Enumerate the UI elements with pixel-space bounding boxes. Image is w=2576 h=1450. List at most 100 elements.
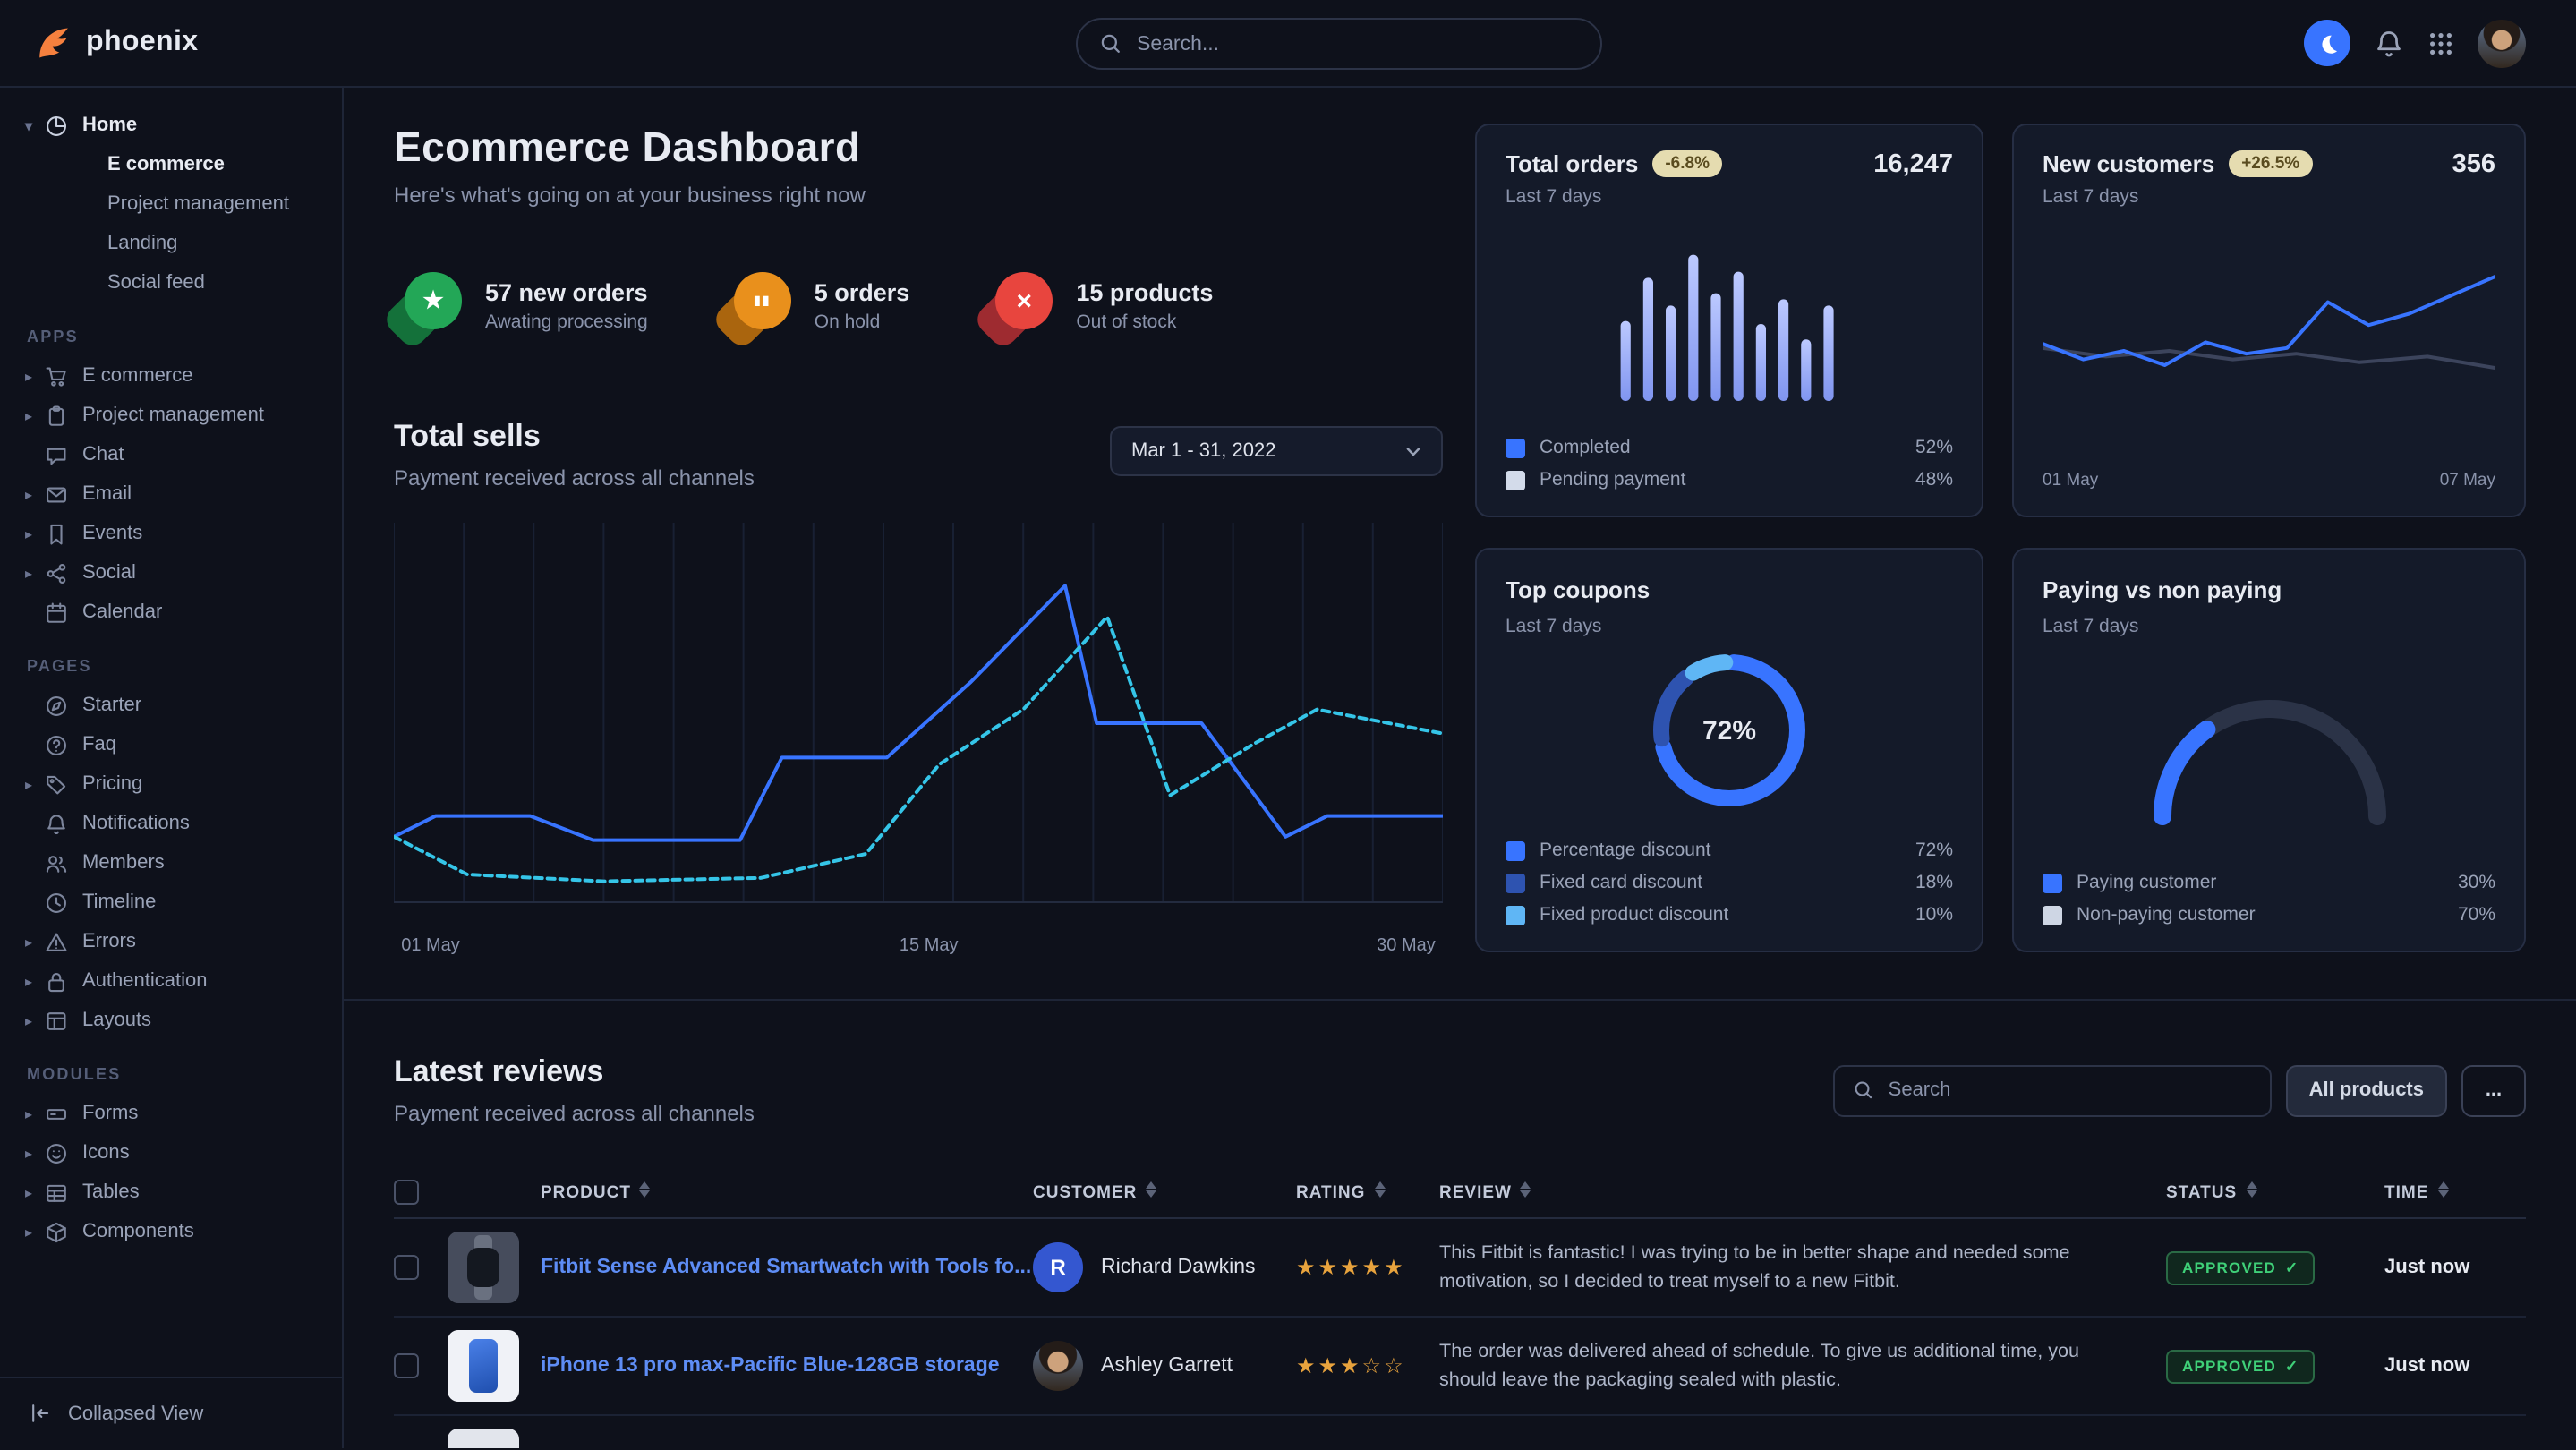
navbar-actions [2304,19,2526,67]
row-checkbox[interactable] [394,1255,419,1280]
top-coupons-center-value: 72% [1643,644,1815,816]
column-header-time[interactable]: TIME [2384,1181,2526,1202]
sidebar-item-label: E commerce [107,154,225,175]
stat-on-hold: ▮▮5 ordersOn hold [723,272,910,340]
apps-grid-button[interactable] [2427,30,2454,56]
caret-down-icon: ▾ [25,117,45,133]
legend-swatch [1506,470,1525,490]
sidebar-item-authentication[interactable]: ▸Authentication [0,961,342,1001]
sort-icon [1146,1181,1158,1197]
brand[interactable]: phoenix [32,23,199,63]
sidebar-item-project-management[interactable]: ▸Project management [0,396,342,435]
bell-icon [45,812,68,835]
stat-label: On hold [815,311,910,333]
sidebar-section-label: MODULES [0,1040,342,1094]
theme-toggle-button[interactable] [2304,20,2350,66]
reviews-search[interactable] [1833,1064,2272,1116]
table-row[interactable]: Fitbit Sense Advanced Smartwatch with To… [394,1219,2526,1318]
column-header-status[interactable]: STATUS [2166,1181,2384,1202]
latest-reviews-subtitle: Payment received across all channels [394,1101,755,1126]
sidebar-item-faq[interactable]: Faq [0,725,342,764]
mail-icon [45,482,68,506]
sidebar-item-label: Layouts [82,1010,151,1031]
product-link[interactable]: Fitbit Sense Advanced Smartwatch with To… [541,1254,1033,1281]
sidebar-item-label: Authentication [82,970,207,992]
sidebar-item-components[interactable]: ▸Components [0,1212,342,1251]
legend-label: Pending payment [1540,469,1685,490]
sidebar-item-e-commerce[interactable]: E commerce [0,145,342,184]
global-search-input[interactable] [1137,33,1579,55]
caret-right-icon: ▸ [25,1145,45,1161]
sidebar-item-notifications[interactable]: Notifications [0,804,342,843]
brand-name: phoenix [86,27,199,59]
new-customers-line-chart [2043,253,2495,418]
top-navbar: phoenix [0,0,2576,88]
column-header-product[interactable]: PRODUCT [541,1181,1033,1202]
sidebar-item-pricing[interactable]: ▸Pricing [0,764,342,804]
sidebar-item-social[interactable]: ▸Social [0,553,342,593]
product-thumbnail[interactable] [448,1429,519,1448]
reviews-search-input[interactable] [1889,1079,2252,1101]
sidebar-item-icons[interactable]: ▸Icons [0,1133,342,1173]
product-thumbnail[interactable] [448,1330,519,1402]
review-time: Just now [2384,1355,2526,1377]
global-search[interactable] [1076,18,1602,70]
legend-swatch [1506,840,1525,860]
column-header-customer[interactable]: CUSTOMER [1033,1181,1296,1202]
legend-value: 48% [1915,469,1953,490]
table-row[interactable] [394,1416,2526,1448]
reviews-table-header: PRODUCTCUSTOMERRATINGREVIEWSTATUSTIME [394,1165,2526,1219]
legend-swatch [2043,905,2062,925]
sidebar-item-label: E commerce [82,365,193,387]
sidebar-item-home[interactable]: ▾Home [0,106,342,145]
smile-icon [45,1141,68,1164]
sidebar-item-label: Notifications [82,813,190,834]
sidebar-item-project-management[interactable]: Project management [0,184,342,224]
caret-right-icon: ▸ [25,368,45,384]
customer-avatar[interactable] [1033,1341,1083,1391]
sidebar-item-social-feed[interactable]: Social feed [0,263,342,303]
column-header-review[interactable]: REVIEW [1439,1181,2166,1202]
top-coupons-legend: Percentage discount72%Fixed card discoun… [1506,840,1953,925]
sidebar: ▾Home E commerce Project management Landing… [0,88,344,1448]
column-header-rating[interactable]: RATING [1296,1181,1439,1202]
more-options-button[interactable]: ... [2461,1064,2526,1116]
sidebar-item-e-commerce[interactable]: ▸ E commerce [0,356,342,396]
paying-period: Last 7 days [2043,616,2282,637]
sidebar-item-label: Project management [107,193,289,215]
customer-name: Ashley Garrett [1101,1355,1233,1377]
product-link[interactable]: iPhone 13 pro max-Pacific Blue-128GB sto… [541,1352,1033,1379]
top-coupons-card: Top coupons Last 7 days 72% Percentage d… [1475,548,1983,952]
sidebar-item-timeline[interactable]: Timeline [0,883,342,922]
sidebar-item-email[interactable]: ▸Email [0,474,342,514]
chevron-down-icon [1405,445,1421,457]
sidebar-item-forms[interactable]: ▸Forms [0,1094,342,1133]
notifications-button[interactable] [2374,28,2404,58]
sidebar-item-members[interactable]: Members [0,843,342,883]
page-subtitle: Here's what's going on at your business … [394,183,1443,208]
date-range-select[interactable]: Mar 1 - 31, 2022 [1110,426,1443,476]
table-row[interactable]: iPhone 13 pro max-Pacific Blue-128GB sto… [394,1318,2526,1416]
sidebar-item-chat[interactable]: Chat [0,435,342,474]
collapsed-view-toggle[interactable]: Collapsed View [0,1377,342,1448]
all-products-button[interactable]: All products [2286,1064,2447,1116]
customer-name: Richard Dawkins [1101,1257,1256,1278]
sidebar-item-events[interactable]: ▸Events [0,514,342,553]
sidebar-item-starter[interactable]: Starter [0,686,342,725]
customer-avatar[interactable]: R [1033,1242,1083,1292]
new-customers-delta-badge: +26.5% [2229,150,2312,177]
legend-row-pending-payment: Pending payment 48% [1506,469,1953,490]
product-thumbnail[interactable] [448,1232,519,1303]
search-icon [1099,32,1122,55]
select-all-checkbox[interactable] [394,1179,419,1204]
sidebar-item-errors[interactable]: ▸Errors [0,922,342,961]
paying-title: Paying vs non paying [2043,576,2282,603]
sidebar-item-layouts[interactable]: ▸Layouts [0,1001,342,1040]
sidebar-item-calendar[interactable]: Calendar [0,593,342,632]
row-checkbox[interactable] [394,1353,419,1378]
user-avatar[interactable] [2478,19,2526,67]
pie-chart-icon [45,114,68,137]
sidebar-item-tables[interactable]: ▸Tables [0,1173,342,1212]
sidebar-item-landing[interactable]: Landing [0,224,342,263]
customer-cell: Ashley Garrett [1033,1341,1296,1391]
